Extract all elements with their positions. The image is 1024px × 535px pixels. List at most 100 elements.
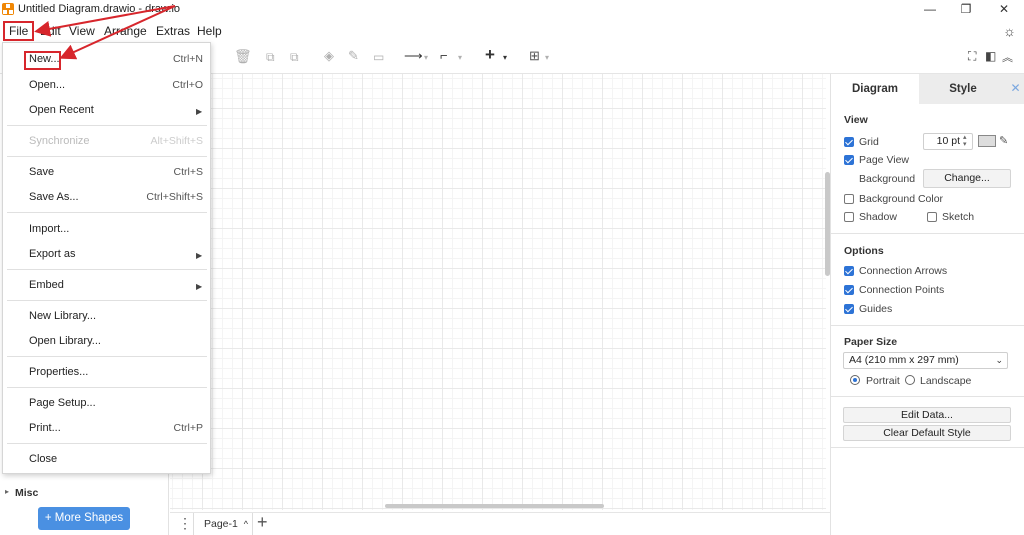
minimize-button[interactable]: — [912, 0, 948, 20]
paper-size-select[interactable]: A4 (210 mm x 297 mm) ⌄ [843, 352, 1008, 369]
menu-item-open-library[interactable]: Open Library... [29, 335, 101, 347]
close-window-button[interactable]: ✕ [986, 0, 1022, 20]
delete-icon[interactable]: 🗑 [234, 48, 252, 65]
page-tab[interactable]: Page-1 ^ [193, 513, 253, 535]
shadow-icon[interactable]: ▭ [373, 50, 384, 64]
menu-arrange[interactable]: Arrange [104, 24, 147, 38]
change-background-button[interactable]: Change... [923, 169, 1011, 188]
background-color-checkbox[interactable] [844, 194, 854, 204]
menu-item-open-recent[interactable]: Open Recent [29, 104, 94, 116]
close-panel-icon[interactable]: ✕ [1007, 74, 1024, 104]
section-divider [831, 447, 1024, 448]
submenu-arrow-icon: ▶ [196, 107, 203, 116]
view-section-title: View [844, 114, 868, 126]
insert-dropdown-icon[interactable]: ▾ [503, 53, 507, 62]
landscape-label: Landscape [920, 375, 972, 387]
submenu-arrow-icon: ▶ [196, 251, 203, 260]
table-icon[interactable]: ⊞ [529, 48, 540, 64]
portrait-label: Portrait [866, 375, 900, 387]
tab-diagram[interactable]: Diagram [831, 74, 919, 104]
theme-toggle-icon[interactable]: ☼ [1003, 23, 1016, 39]
menu-separator [7, 387, 207, 388]
submenu-arrow-icon: ▶ [196, 282, 203, 291]
insert-icon[interactable]: + [485, 45, 495, 65]
waypoints-dropdown-icon[interactable]: ▾ [458, 53, 462, 62]
portrait-radio[interactable] [850, 375, 860, 385]
shortcut-synchronize: Alt+Shift+S [150, 135, 203, 147]
tab-style[interactable]: Style [919, 74, 1007, 104]
menu-item-properties[interactable]: Properties... [29, 366, 88, 378]
edit-data-button[interactable]: Edit Data... [843, 407, 1011, 423]
background-label: Background [859, 173, 916, 185]
sketch-label: Sketch [942, 211, 975, 223]
menu-item-close[interactable]: Close [29, 453, 57, 465]
menu-help[interactable]: Help [197, 24, 222, 38]
fullscreen-icon[interactable]: ⛶ [968, 49, 976, 64]
page-view-label: Page View [859, 154, 910, 166]
menu-item-new-library[interactable]: New Library... [29, 310, 96, 322]
menu-separator [7, 269, 207, 270]
menu-item-page-setup[interactable]: Page Setup... [29, 397, 96, 409]
sidebar-section-misc[interactable]: ▸ Misc [0, 484, 169, 502]
shortcut-print: Ctrl+P [173, 422, 203, 434]
waypoints-icon[interactable]: ⌐ [440, 48, 448, 63]
line-color-icon[interactable]: ✎ [348, 48, 359, 64]
chevron-down-icon: ⌄ [995, 355, 1003, 365]
landscape-radio[interactable] [905, 375, 915, 385]
connection-icon[interactable]: ⟶ [404, 48, 423, 64]
paper-size-value: A4 (210 mm x 297 mm) [849, 354, 959, 366]
sketch-checkbox[interactable] [927, 212, 937, 222]
shadow-checkbox[interactable] [844, 212, 854, 222]
shortcut-new: Ctrl+N [172, 53, 203, 65]
grid-color-swatch[interactable] [978, 135, 996, 147]
menu-item-save[interactable]: Save [29, 166, 54, 178]
menu-item-synchronize: Synchronize [29, 135, 90, 147]
menu-edit[interactable]: Edit [40, 24, 61, 38]
menu-separator [7, 156, 207, 157]
page-view-checkbox[interactable] [844, 155, 854, 165]
annotation-highlight-file [3, 21, 34, 41]
maximize-button[interactable]: ❐ [948, 0, 984, 20]
grid-label: Grid [859, 136, 879, 148]
to-back-icon[interactable]: ⧉ [290, 50, 299, 65]
connection-arrows-label: Connection Arrows [859, 265, 948, 277]
menu-item-import[interactable]: Import... [29, 223, 69, 235]
page-tab-label: Page-1 [204, 518, 238, 530]
guides-checkbox[interactable] [844, 304, 854, 314]
connection-dropdown-icon[interactable]: ▾ [424, 53, 428, 62]
menu-item-print[interactable]: Print... [29, 422, 61, 434]
menu-item-embed[interactable]: Embed [29, 279, 64, 291]
clear-default-style-button[interactable]: Clear Default Style [843, 425, 1011, 441]
connection-points-label: Connection Points [859, 284, 945, 296]
chevron-up-icon[interactable]: ^ [244, 519, 248, 529]
page-menu-icon[interactable]: ⋮ [178, 515, 192, 532]
drawio-app: Untitled Diagram.drawio - draw.io — ❐ ✕ … [0, 0, 1024, 535]
grid-checkbox[interactable] [844, 137, 854, 147]
menu-item-export-as[interactable]: Export as [29, 248, 75, 260]
to-front-icon[interactable]: ⧉ [266, 50, 275, 65]
diagram-canvas[interactable] [170, 74, 826, 510]
expand-arrow-icon: ▸ [5, 487, 10, 496]
menu-separator [7, 356, 207, 357]
add-page-icon[interactable]: + [257, 512, 268, 533]
options-section-title: Options [844, 245, 884, 257]
menu-bar: File Edit View Arrange Extras Help [0, 20, 1024, 42]
collapse-toolbar-icon[interactable]: ︽ [1002, 49, 1013, 65]
format-panel-icon[interactable]: ◧ [985, 49, 996, 63]
connection-arrows-checkbox[interactable] [844, 266, 854, 276]
connection-points-checkbox[interactable] [844, 285, 854, 295]
grid-size-stepper-icon[interactable]: ▴ ▾ [963, 134, 967, 148]
menu-item-open[interactable]: Open... [29, 79, 65, 91]
menu-view[interactable]: View [69, 24, 95, 38]
annotation-highlight-new [24, 51, 61, 70]
background-color-label: Background Color [859, 193, 944, 205]
paper-size-section-title: Paper Size [844, 336, 898, 348]
menu-item-save-as[interactable]: Save As... [29, 191, 79, 203]
table-dropdown-icon[interactable]: ▾ [545, 53, 549, 62]
more-shapes-button[interactable]: + More Shapes [38, 507, 130, 530]
guides-label: Guides [859, 303, 893, 315]
fill-color-icon[interactable]: ◈ [324, 48, 334, 64]
horizontal-scrollbar[interactable] [385, 504, 604, 508]
color-picker-icon[interactable]: ✎ [999, 134, 1008, 147]
menu-extras[interactable]: Extras [156, 24, 190, 38]
